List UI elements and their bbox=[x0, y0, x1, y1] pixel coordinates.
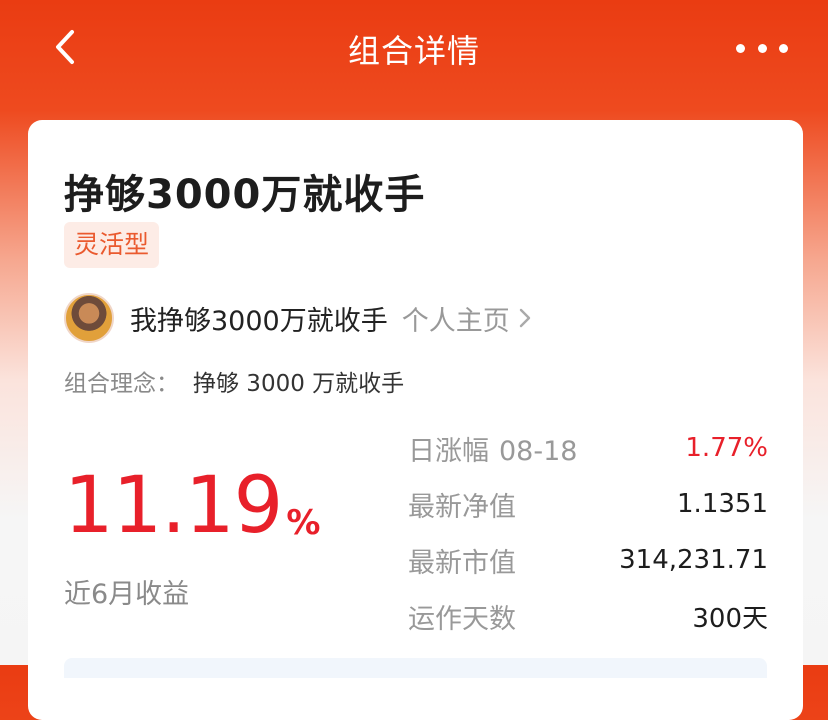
daily-change-value: 1.77% bbox=[685, 433, 768, 463]
daily-change-label: 日涨幅 bbox=[408, 435, 489, 467]
stat-running-days: 运作天数 300天 bbox=[408, 588, 768, 644]
author-row[interactable]: 我挣够3000万就收手 个人主页 bbox=[64, 292, 532, 344]
homepage-link[interactable]: 个人主页 bbox=[402, 299, 532, 338]
portfolio-card: 挣够3000万就收手 灵活型 我挣够3000万就收手 个人主页 组合理念： 挣够… bbox=[28, 120, 803, 720]
daily-change-date: 08-18 bbox=[499, 435, 578, 467]
stat-label: 日涨幅 08-18 bbox=[408, 429, 577, 468]
latest-nav-label: 最新净值 bbox=[408, 491, 516, 523]
philosophy-row: 组合理念： 挣够 3000 万就收手 bbox=[64, 364, 404, 398]
philosophy-text: 挣够 3000 万就收手 bbox=[193, 371, 405, 397]
homepage-label: 个人主页 bbox=[401, 305, 510, 337]
philosophy-label: 组合理念： bbox=[64, 371, 179, 397]
next-section-strip bbox=[64, 658, 767, 678]
page-title: 组合详情 bbox=[347, 32, 480, 70]
stat-market-value: 最新市值 314,231.71 bbox=[408, 532, 768, 588]
author-name[interactable]: 我挣够3000万就收手 bbox=[130, 299, 388, 338]
portfolio-type-tag: 灵活型 bbox=[64, 222, 160, 268]
market-value-value: 314,231.71 bbox=[619, 545, 768, 575]
return-value: 11.19 bbox=[64, 461, 283, 551]
avatar[interactable] bbox=[64, 293, 114, 343]
running-days-label: 运作天数 bbox=[408, 603, 516, 635]
portfolio-name: 挣够3000万就收手 bbox=[64, 172, 426, 218]
top-nav-bar: 组合详情 bbox=[0, 0, 828, 96]
more-dot-icon bbox=[779, 43, 788, 53]
more-dot-icon bbox=[736, 43, 745, 53]
six-month-return: 11.19 % bbox=[64, 464, 320, 548]
return-unit: % bbox=[286, 503, 321, 543]
chevron-right-icon bbox=[519, 308, 530, 328]
more-dot-icon bbox=[757, 43, 767, 53]
return-label: 近6月收益 bbox=[64, 579, 190, 610]
stats-list: 日涨幅 08-18 1.77% 最新净值 1.1351 最新市值 314,231.… bbox=[408, 420, 768, 644]
stat-latest-nav: 最新净值 1.1351 bbox=[408, 476, 768, 532]
market-value-label: 最新市值 bbox=[408, 547, 516, 579]
more-options-button[interactable] bbox=[736, 34, 788, 62]
latest-nav-value: 1.1351 bbox=[677, 489, 768, 519]
running-days-value: 300天 bbox=[692, 603, 768, 634]
stat-daily-change: 日涨幅 08-18 1.77% bbox=[408, 420, 768, 476]
